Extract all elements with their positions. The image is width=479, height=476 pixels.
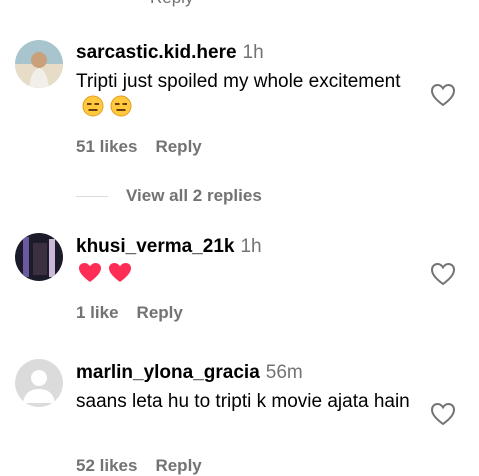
reply-button-cut[interactable]: Reply	[150, 0, 193, 8]
avatar-photo	[15, 40, 63, 88]
default-avatar-icon	[15, 359, 63, 407]
heart-emoji	[78, 262, 102, 292]
avatar[interactable]	[15, 233, 63, 281]
username[interactable]: khusi_verma_21k 1h	[76, 236, 262, 258]
comment-text: Tripti just spoiled my whole excitement	[76, 68, 416, 125]
heart-icon[interactable]	[430, 402, 456, 426]
likes-count[interactable]: 52 likes	[76, 456, 137, 475]
comment-meta: 52 likes Reply	[76, 456, 202, 476]
divider	[76, 195, 108, 197]
expressionless-face-emoji	[110, 95, 132, 125]
avatar[interactable]	[15, 359, 63, 407]
heart-emoji	[108, 262, 132, 292]
view-replies-label[interactable]: View all 2 replies	[126, 186, 262, 206]
reply-button[interactable]: Reply	[137, 303, 183, 322]
timestamp: 56m	[265, 362, 303, 383]
view-replies-button[interactable]: View all 2 replies	[76, 184, 262, 208]
timestamp: 1h	[240, 236, 262, 257]
username[interactable]: sarcastic.kid.here 1h	[76, 42, 264, 64]
username[interactable]: marlin_ylona_gracia 56m	[76, 362, 303, 384]
timestamp: 1h	[242, 42, 264, 63]
comment-meta: 51 likes Reply	[76, 137, 202, 157]
reply-button[interactable]: Reply	[155, 456, 201, 475]
comment-text: saans leta hu to tripti k movie ajata ha…	[76, 391, 410, 412]
avatar-photo	[15, 233, 63, 281]
expressionless-face-emoji	[82, 95, 104, 125]
avatar[interactable]	[15, 40, 63, 88]
reply-button[interactable]: Reply	[155, 137, 201, 156]
heart-icon[interactable]	[430, 262, 456, 286]
likes-count[interactable]: 1 like	[76, 303, 119, 322]
comment-text	[76, 262, 416, 292]
likes-count[interactable]: 51 likes	[76, 137, 137, 156]
comment-meta: 1 like Reply	[76, 303, 183, 323]
heart-icon[interactable]	[430, 83, 456, 107]
